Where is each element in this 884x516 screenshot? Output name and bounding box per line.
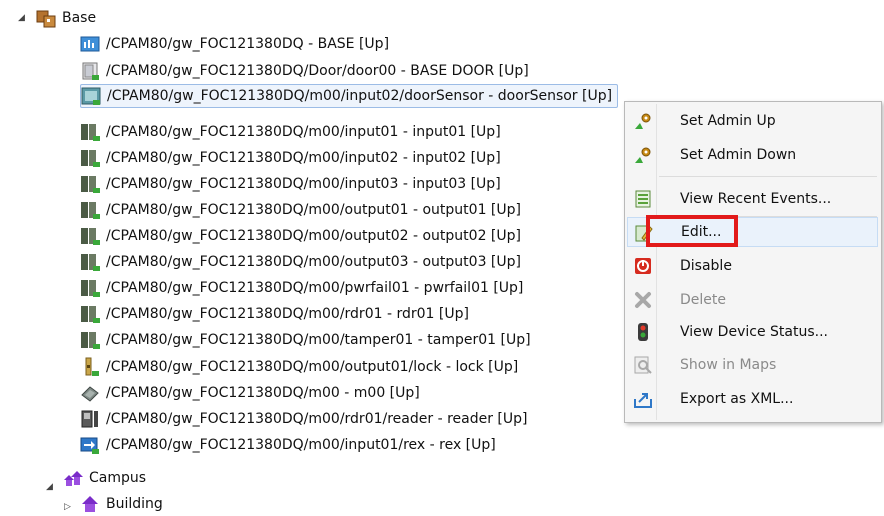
collapse-arrow-icon[interactable]: ◢: [46, 482, 56, 492]
tree-row-device[interactable]: /CPAM80/gw_FOC121380DQ/m00 - m00 [Up]: [80, 381, 423, 405]
campus-icon: [64, 471, 83, 486]
tree-row-device[interactable]: /CPAM80/gw_FOC121380DQ/m00/output01 - ou…: [80, 198, 524, 222]
menu-item-disable[interactable]: Disable: [627, 251, 878, 281]
admin-down-icon: [635, 147, 651, 163]
status-icon: [638, 323, 648, 341]
tree-row-label: /CPAM80/gw_FOC121380DQ/m00/input03 - inp…: [106, 176, 501, 192]
door-icon: [82, 62, 99, 80]
tree-row-label: /CPAM80/gw_FOC121380DQ/m00/rdr01/reader …: [106, 411, 528, 427]
tree-node-base[interactable]: Base: [36, 6, 99, 30]
menu-item-label: Set Admin Down: [680, 147, 797, 163]
menu-item-label: View Device Status...: [680, 324, 828, 340]
tree-node-building[interactable]: Building: [80, 492, 166, 516]
tree-node-campus[interactable]: Campus: [63, 466, 149, 490]
expand-arrow-icon[interactable]: ▷: [64, 502, 74, 512]
io-module-icon: [81, 332, 100, 349]
tree-row-label: /CPAM80/gw_FOC121380DQ/m00/input01/rex -…: [106, 437, 496, 453]
menu-item-view-recent-events[interactable]: View Recent Events...: [627, 184, 878, 214]
tree-row-device[interactable]: /CPAM80/gw_FOC121380DQ/m00/output02 - ou…: [80, 224, 524, 248]
tree-row-device[interactable]: /CPAM80/gw_FOC121380DQ/m00/tamper01 - ta…: [80, 328, 534, 352]
io-module-icon: [81, 306, 100, 323]
tree-row-device[interactable]: /CPAM80/gw_FOC121380DQ/m00/input01/rex -…: [80, 433, 499, 457]
rex-icon: [80, 437, 99, 454]
reader-icon: [81, 410, 98, 428]
tree-row-device[interactable]: /CPAM80/gw_FOC121380DQ/m00/input03 - inp…: [80, 172, 504, 196]
tree-node-label: Base: [62, 10, 97, 26]
menu-item-set-admin-up[interactable]: Set Admin Up: [627, 106, 878, 136]
io-module-icon: [81, 124, 100, 141]
delete-icon: [635, 292, 651, 308]
admin-up-icon: [635, 113, 651, 129]
tree-row-label: /CPAM80/gw_FOC121380DQ/m00/tamper01 - ta…: [106, 332, 531, 348]
menu-item-delete[interactable]: Delete: [627, 285, 878, 315]
io-module-icon: [81, 176, 100, 193]
tree-row-device[interactable]: /CPAM80/gw_FOC121380DQ/m00/input01 - inp…: [80, 120, 504, 144]
context-menu: Set Admin Up Set Admin Down View Recent …: [624, 101, 882, 423]
tree-row-label: /CPAM80/gw_FOC121380DQ/m00/output01 - ou…: [106, 202, 521, 218]
door-sensor-icon: [81, 87, 101, 105]
tree-row-label: /CPAM80/gw_FOC121380DQ/m00/output01/lock…: [106, 359, 519, 375]
io-module-icon: [81, 202, 100, 219]
menu-item-label: Edit...: [681, 224, 722, 240]
lock-icon: [85, 357, 99, 376]
menu-item-label: Export as XML...: [680, 391, 794, 407]
tree-row-label: /CPAM80/gw_FOC121380DQ/m00/output02 - ou…: [106, 228, 521, 244]
tree-node-label: Building: [106, 496, 163, 512]
edit-icon: [635, 225, 653, 242]
menu-item-label: Delete: [680, 292, 726, 308]
tree-row-device-selected[interactable]: /CPAM80/gw_FOC121380DQ/m00/input02/doorS…: [80, 84, 619, 108]
collapse-arrow-icon[interactable]: ◢: [18, 13, 28, 23]
menu-item-label: View Recent Events...: [680, 191, 832, 207]
io-module-icon: [81, 280, 100, 297]
export-icon: [634, 393, 652, 408]
menu-item-label: Show in Maps: [680, 357, 777, 373]
menu-item-edit[interactable]: Edit...: [627, 217, 878, 247]
disable-icon: [635, 258, 651, 274]
io-module-icon: [81, 150, 100, 167]
tree-row-device[interactable]: /CPAM80/gw_FOC121380DQ/m00/rdr01 - rdr01…: [80, 302, 472, 326]
menu-item-label: Disable: [680, 258, 732, 274]
tree-row-label: /CPAM80/gw_FOC121380DQ/m00/input01 - inp…: [106, 124, 501, 140]
tree-node-label: Campus: [89, 470, 147, 486]
tree-row-device[interactable]: /CPAM80/gw_FOC121380DQ - BASE [Up]: [80, 32, 392, 56]
tree-row-device[interactable]: /CPAM80/gw_FOC121380DQ/m00/output03 - ou…: [80, 250, 524, 274]
tree-row-device[interactable]: /CPAM80/gw_FOC121380DQ/m00/pwrfail01 - p…: [80, 276, 526, 300]
tree-row-label: /CPAM80/gw_FOC121380DQ/Door/door00 - BAS…: [106, 63, 529, 79]
building-icon: [82, 496, 98, 512]
events-icon: [635, 190, 651, 208]
menu-item-label: Set Admin Up: [680, 113, 776, 129]
menu-item-show-in-maps[interactable]: Show in Maps: [627, 350, 878, 380]
io-module-icon: [81, 254, 100, 271]
menu-item-set-admin-down[interactable]: Set Admin Down: [627, 140, 878, 170]
tree-row-label: /CPAM80/gw_FOC121380DQ/m00/input02/doorS…: [107, 88, 613, 104]
menu-item-export-as-xml[interactable]: Export as XML...: [627, 384, 878, 414]
maps-icon: [634, 356, 652, 374]
module-icon: [81, 386, 99, 402]
tree-row-label: /CPAM80/gw_FOC121380DQ - BASE [Up]: [106, 36, 390, 52]
base-site-icon: [36, 10, 56, 28]
tree-row-label: /CPAM80/gw_FOC121380DQ/m00 - m00 [Up]: [106, 385, 420, 401]
gateway-icon: [80, 36, 100, 52]
menu-item-view-device-status[interactable]: View Device Status...: [627, 317, 878, 347]
io-module-icon: [81, 228, 100, 245]
tree-row-label: /CPAM80/gw_FOC121380DQ/m00/output03 - ou…: [106, 254, 521, 270]
tree-row-device[interactable]: /CPAM80/gw_FOC121380DQ/Door/door00 - BAS…: [80, 59, 532, 83]
menu-separator: [659, 176, 877, 177]
tree-row-label: /CPAM80/gw_FOC121380DQ/m00/input02 - inp…: [106, 150, 501, 166]
tree-row-label: /CPAM80/gw_FOC121380DQ/m00/rdr01 - rdr01…: [106, 306, 469, 322]
tree-row-device[interactable]: /CPAM80/gw_FOC121380DQ/m00/input02 - inp…: [80, 146, 504, 170]
tree-row-label: /CPAM80/gw_FOC121380DQ/m00/pwrfail01 - p…: [106, 280, 524, 296]
tree-row-device[interactable]: /CPAM80/gw_FOC121380DQ/m00/output01/lock…: [80, 355, 521, 379]
tree-row-device[interactable]: /CPAM80/gw_FOC121380DQ/m00/rdr01/reader …: [80, 407, 530, 431]
